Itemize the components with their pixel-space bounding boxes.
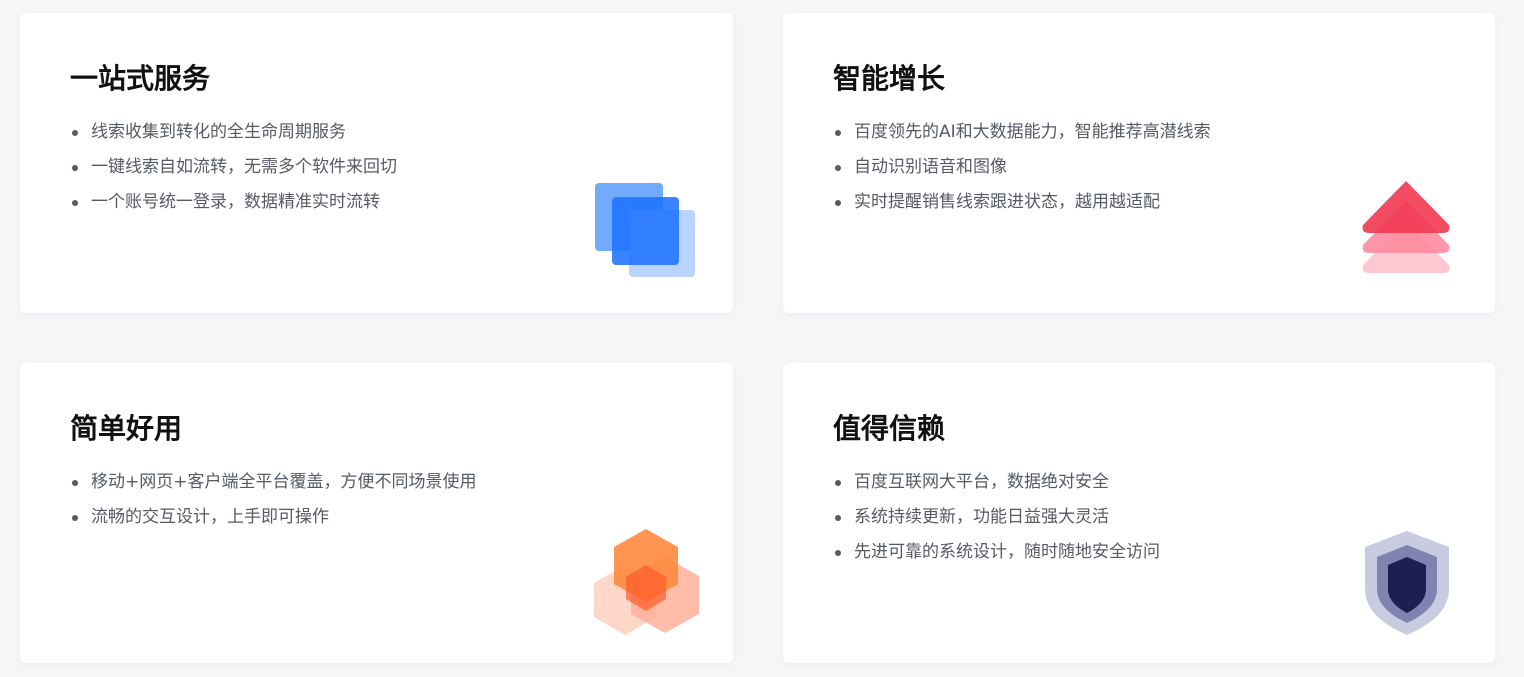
stacked-squares-icon	[595, 183, 699, 279]
shield-icon	[1363, 531, 1451, 635]
hexagon-cluster-icon	[591, 529, 701, 635]
feature-list: 移动+网页+客户端全平台覆盖，方便不同场景使用 流畅的交互设计，上手即可操作	[70, 465, 683, 535]
list-item: 线索收集到转化的全生命周期服务	[70, 115, 683, 150]
feature-list: 百度领先的AI和大数据能力，智能推荐高潜线索 自动识别语音和图像 实时提醒销售线…	[833, 115, 1445, 220]
feature-card-one-stop: 一站式服务 线索收集到转化的全生命周期服务 一键线索自如流转，无需多个软件来回切…	[20, 13, 733, 313]
feature-list: 线索收集到转化的全生命周期服务 一键线索自如流转，无需多个软件来回切 一个账号统…	[70, 115, 683, 220]
list-item: 自动识别语音和图像	[833, 150, 1445, 185]
feature-card-smart-growth: 智能增长 百度领先的AI和大数据能力，智能推荐高潜线索 自动识别语音和图像 实时…	[783, 13, 1495, 313]
list-item: 一个账号统一登录，数据精准实时流转	[70, 185, 683, 220]
card-title: 值得信赖	[833, 412, 946, 445]
stacked-arrows-up-icon	[1361, 181, 1451, 275]
list-item: 系统持续更新，功能日益强大灵活	[833, 500, 1445, 535]
feature-card-easy-to-use: 简单好用 移动+网页+客户端全平台覆盖，方便不同场景使用 流畅的交互设计，上手即…	[20, 363, 733, 663]
list-item: 实时提醒销售线索跟进状态，越用越适配	[833, 185, 1445, 220]
card-title: 一站式服务	[70, 62, 211, 95]
card-title: 简单好用	[70, 412, 183, 445]
list-item: 百度领先的AI和大数据能力，智能推荐高潜线索	[833, 115, 1445, 150]
feature-list: 百度互联网大平台，数据绝对安全 系统持续更新，功能日益强大灵活 先进可靠的系统设…	[833, 465, 1445, 570]
list-item: 一键线索自如流转，无需多个软件来回切	[70, 150, 683, 185]
list-item: 百度互联网大平台，数据绝对安全	[833, 465, 1445, 500]
feature-card-trustworthy: 值得信赖 百度互联网大平台，数据绝对安全 系统持续更新，功能日益强大灵活 先进可…	[783, 363, 1495, 663]
list-item: 先进可靠的系统设计，随时随地安全访问	[833, 535, 1445, 570]
list-item: 移动+网页+客户端全平台覆盖，方便不同场景使用	[70, 465, 683, 500]
card-title: 智能增长	[833, 62, 946, 95]
